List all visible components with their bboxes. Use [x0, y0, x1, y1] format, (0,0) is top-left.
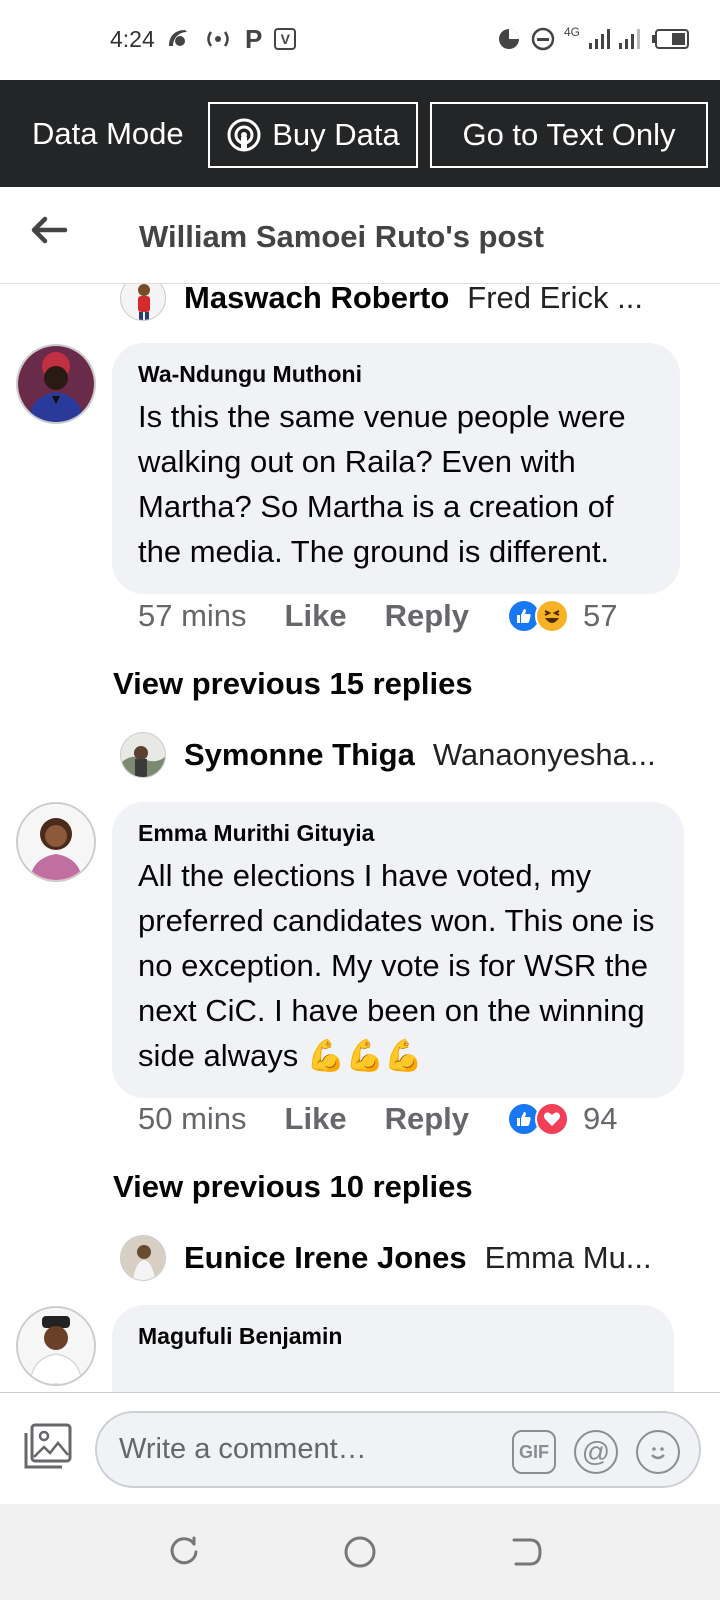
arrow-left-icon — [31, 216, 68, 244]
podcast-icon — [227, 118, 261, 152]
photo-icon[interactable] — [22, 1423, 72, 1471]
avatar — [120, 284, 166, 321]
network-type-indicator: 4G — [563, 25, 580, 39]
comment-author[interactable]: Magufuli Benjamin — [138, 1323, 648, 1350]
status-notification-icons: P V — [165, 24, 297, 54]
post-header: William Samoei Ruto's post — [0, 187, 720, 284]
emoji-icon[interactable] — [636, 1430, 680, 1474]
comment-time[interactable]: 50 mins — [138, 1101, 247, 1137]
gif-icon[interactable]: GIF — [512, 1430, 556, 1474]
avatar[interactable] — [16, 802, 96, 882]
do-not-disturb-icon — [531, 27, 555, 51]
parking-app-icon: P — [245, 24, 263, 54]
go-to-text-only-button[interactable]: Go to Text Only — [430, 102, 708, 168]
signal-icon-2 — [619, 29, 640, 49]
avatar[interactable] — [16, 1306, 96, 1386]
comment-text-block: All the elections I have voted, my prefe… — [138, 853, 658, 1078]
comment-input[interactable]: Write a comment… GIF @ — [95, 1411, 701, 1488]
battery-icon — [652, 29, 689, 49]
data-mode-label: Data Mode — [32, 116, 184, 151]
back-button[interactable] — [26, 207, 72, 253]
like-button[interactable]: Like — [285, 598, 347, 634]
buy-data-label: Buy Data — [272, 117, 400, 152]
reaction-count[interactable]: 94 — [583, 1101, 617, 1137]
view-previous-replies-link[interactable]: View previous 10 replies — [113, 1169, 473, 1205]
haha-reaction-icon — [535, 599, 569, 633]
reply-button[interactable]: Reply — [385, 598, 469, 634]
comments-feed[interactable]: Maswach Roberto Fred Erick ... Wa-Ndungu… — [0, 284, 720, 1392]
comment-author[interactable]: Emma Murithi Gituyia — [138, 820, 658, 847]
recent-apps-icon[interactable] — [166, 1534, 202, 1570]
reactions-summary[interactable] — [507, 1102, 569, 1136]
app-notification-icon: V — [274, 28, 297, 50]
system-navigation-bar — [0, 1504, 720, 1600]
back-nav-icon[interactable] — [508, 1534, 544, 1570]
reply-snippet: Fred Erick ... — [467, 284, 643, 315]
comment-bubble[interactable]: Emma Murithi Gituyia All the elections I… — [112, 802, 684, 1098]
comment-composer: Write a comment… GIF @ — [0, 1392, 720, 1504]
home-icon[interactable] — [342, 1534, 378, 1570]
reactions-summary[interactable] — [507, 599, 569, 633]
avatar — [120, 732, 166, 778]
comment-time[interactable]: 57 mins — [138, 598, 247, 634]
signal-icon-1 — [589, 29, 610, 49]
comment-actions: 57 mins Like Reply 57 — [138, 594, 617, 638]
go-to-text-only-label: Go to Text Only — [462, 117, 676, 152]
comment-bubble[interactable]: Wa-Ndungu Muthoni Is this the same venue… — [112, 343, 680, 594]
page-title: William Samoei Ruto's post — [139, 219, 544, 254]
reply-preview[interactable]: Maswach Roberto Fred Erick ... — [120, 284, 643, 324]
comment-bubble[interactable]: Magufuli Benjamin — [112, 1305, 674, 1392]
comment-text: Is this the same venue people were walki… — [138, 399, 626, 569]
reply-snippet: Emma Mu... — [484, 1240, 652, 1275]
reaction-count[interactable]: 57 — [583, 598, 617, 634]
flexed-biceps-emoji: 💪💪💪 — [306, 1038, 423, 1073]
comment-input-placeholder: Write a comment… — [119, 1433, 367, 1465]
status-bar: 4:24 P V 4G — [0, 0, 720, 80]
reply-button[interactable]: Reply — [385, 1101, 469, 1137]
hotspot-icon — [207, 31, 229, 47]
mention-icon[interactable]: @ — [574, 1430, 618, 1474]
reply-snippet: Wanaonyesha... — [432, 737, 656, 772]
like-button[interactable]: Like — [285, 1101, 347, 1137]
love-reaction-icon — [535, 1102, 569, 1136]
status-system-icons: 4G — [496, 26, 690, 52]
view-previous-replies-link[interactable]: View previous 15 replies — [113, 666, 473, 702]
reply-author[interactable]: Symonne Thiga — [184, 737, 415, 773]
avatar — [120, 1235, 166, 1281]
reply-preview[interactable]: Eunice Irene Jones Emma Mu... — [120, 1232, 652, 1284]
avatar[interactable] — [16, 344, 96, 424]
reply-author[interactable]: Maswach Roberto — [184, 284, 449, 316]
data-saver-icon — [498, 29, 519, 49]
comment-actions: 50 mins Like Reply 94 — [138, 1097, 617, 1141]
status-time: 4:24 — [110, 26, 155, 52]
buy-data-button[interactable]: Buy Data — [208, 102, 418, 168]
reply-preview[interactable]: Symonne Thiga Wanaonyesha... — [120, 729, 656, 781]
whatsapp-notification-icon — [169, 30, 187, 46]
data-mode-bar: Data Mode Buy Data Go to Text Only — [0, 80, 720, 187]
reply-author[interactable]: Eunice Irene Jones — [184, 1240, 467, 1276]
comment-author[interactable]: Wa-Ndungu Muthoni — [138, 361, 654, 388]
